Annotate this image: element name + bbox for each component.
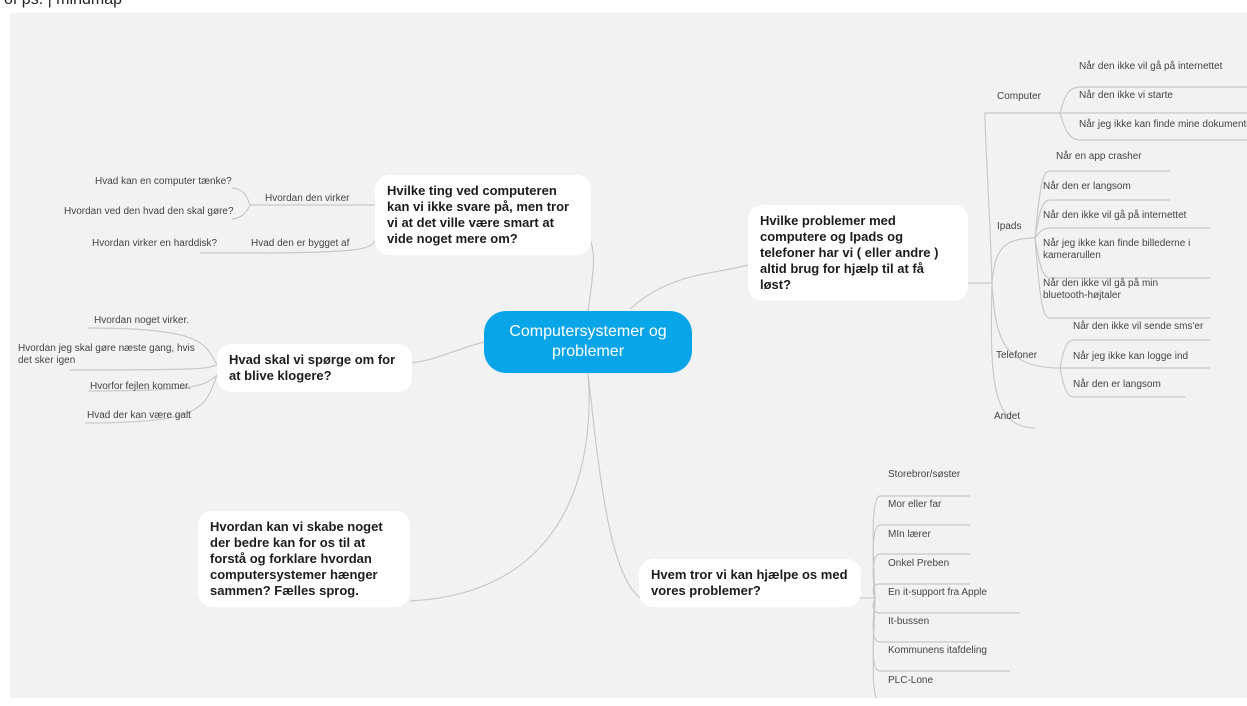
item-ipad-billeder[interactable]: Når jeg ikke kan finde billederne i kame… [1043,238,1208,262]
item-hvordan-noget-virker[interactable]: Hvordan noget virker. [94,315,189,327]
item-tlf-logge-ind[interactable]: Når jeg ikke kan logge ind [1073,351,1188,363]
item-plc-lone[interactable]: PLC-Lone [888,675,933,687]
item-computer-dokumenter[interactable]: Når jeg ikke kan finde mine dokumenter [1079,119,1247,131]
subtopic-hvordan-den-virker[interactable]: Hvordan den virker [265,193,349,205]
item-hvorfor-fejlen[interactable]: Hvorfor fejlen kommer. [90,381,191,393]
item-computer-internet[interactable]: Når den ikke vil gå på internettet [1079,61,1222,73]
topic-hvilke-ting[interactable]: Hvilke ting ved computeren kan vi ikke s… [375,175,591,255]
central-topic[interactable]: Computersystemer og problemer [484,311,692,373]
item-hvad-kan-vaere-galt[interactable]: Hvad der kan være galt [87,410,191,422]
item-ipad-langsom[interactable]: Når den er langsom [1043,181,1131,193]
item-ipad-internet[interactable]: Når den ikke vil gå på internettet [1043,210,1186,222]
item-tlf-sms[interactable]: Når den ikke vil sende sms'er [1073,321,1203,333]
item-computer-taenke[interactable]: Hvad kan en computer tænke? [95,176,232,188]
mindmap-canvas[interactable]: Computersystemer og problemer Hvilke tin… [10,13,1247,698]
item-computer-starte[interactable]: Når den ikke vi starte [1079,90,1173,102]
item-hvordan-ved-den[interactable]: Hvordan ved den hvad den skal gøre? [64,206,234,218]
item-it-bussen[interactable]: It-bussen [888,616,929,628]
item-naeste-gang[interactable]: Hvordan jeg skal gøre næste gang, hvis d… [18,343,203,367]
item-ipad-bluetooth[interactable]: Når den ikke vil gå på min bluetooth-høj… [1043,278,1203,302]
item-mor-far[interactable]: Mor eller far [888,499,941,511]
subtopic-bygget-af[interactable]: Hvad den er bygget af [251,238,349,250]
item-ipad-app-crasher[interactable]: Når en app crasher [1056,151,1142,163]
item-harddisk[interactable]: Hvordan virker en harddisk? [92,238,217,250]
subtopic-computer[interactable]: Computer [997,91,1041,103]
subtopic-telefoner[interactable]: Telefoner [996,350,1037,362]
topic-hvad-skal-vi-sporge[interactable]: Hvad skal vi spørge om for at blive klog… [217,344,412,392]
subtopic-ipads[interactable]: Ipads [997,221,1021,233]
item-onkel-preben[interactable]: Onkel Preben [888,558,949,570]
item-kommunens-it[interactable]: Kommunens itafdeling [888,645,987,657]
item-it-support-apple[interactable]: En it-support fra Apple [888,587,987,599]
subtopic-andet[interactable]: Andet [994,411,1020,423]
topic-hvordan-kan-vi-skabe[interactable]: Hvordan kan vi skabe noget der bedre kan… [198,511,410,607]
item-storebror[interactable]: Storebror/søster [888,469,960,481]
item-tlf-langsom[interactable]: Når den er langsom [1073,379,1161,391]
topic-hvem-kan-hjaelpe[interactable]: Hvem tror vi kan hjælpe os med vores pro… [639,559,861,607]
topic-hvilke-problemer[interactable]: Hvilke problemer med computere og Ipads … [748,205,968,301]
item-laerer[interactable]: MIn lærer [888,529,931,541]
partial-page-title: of ps. | mindmap [4,0,122,9]
